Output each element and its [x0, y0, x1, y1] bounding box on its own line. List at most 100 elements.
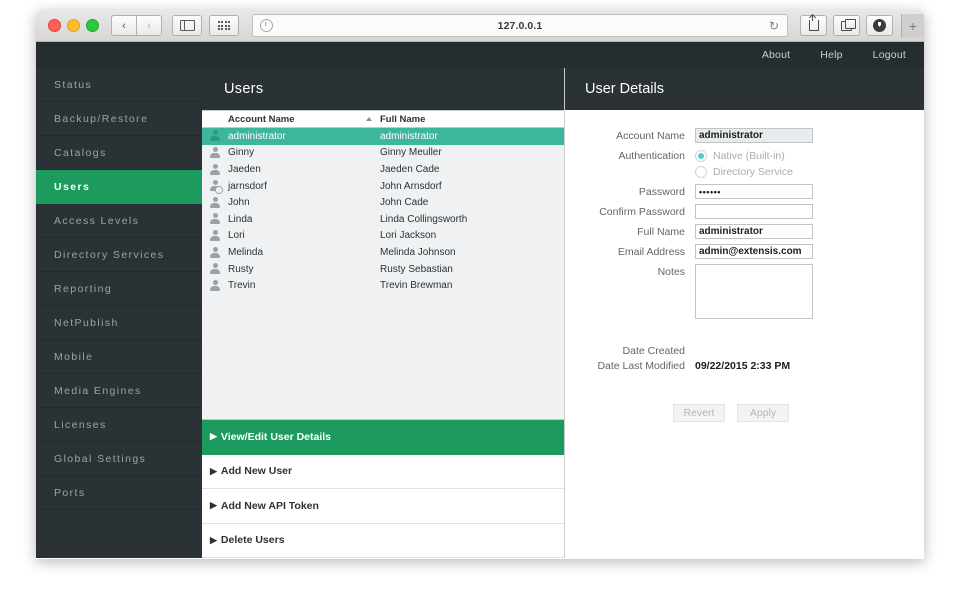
table-row[interactable]: Linda Linda Collingsworth — [202, 211, 564, 228]
topbar-link-logout[interactable]: Logout — [873, 49, 906, 61]
sidebar-item-access-levels[interactable]: Access Levels — [36, 204, 202, 238]
cell-account-name: Melinda — [228, 247, 380, 258]
revert-button[interactable]: Revert — [673, 404, 725, 422]
field-full-name: Full Name administrator — [565, 224, 924, 240]
downloads-button[interactable] — [866, 15, 893, 36]
sidebar-item-mobile[interactable]: Mobile — [36, 340, 202, 374]
notes-textarea[interactable] — [695, 264, 813, 319]
label-date-last-modified: Date Last Modified — [565, 360, 695, 372]
table-row[interactable]: Rusty Rusty Sebastian — [202, 261, 564, 278]
user-details-title: User Details — [565, 68, 924, 110]
new-tab-button[interactable]: + — [901, 14, 924, 38]
action-label: Add New API Token — [221, 500, 319, 512]
reload-icon[interactable]: ↻ — [769, 19, 779, 33]
cell-account-name: Ginny — [228, 147, 380, 158]
radio-directory-service[interactable]: Directory Service — [695, 164, 793, 180]
sidebar-item-users[interactable]: Users — [36, 170, 202, 204]
user-icon — [202, 261, 228, 278]
column-header-full-name[interactable]: Full Name — [380, 114, 564, 125]
users-list-header: Account Name Full Name — [202, 111, 564, 128]
form-buttons: Revert Apply — [565, 404, 924, 422]
radio-native-builtin[interactable]: Native (Built-in) — [695, 148, 793, 164]
directory-user-icon — [202, 178, 228, 195]
bullet-icon: ▶ — [210, 500, 217, 511]
minimize-window-button[interactable] — [67, 19, 80, 32]
maximize-window-button[interactable] — [86, 19, 99, 32]
share-button[interactable] — [800, 15, 827, 36]
label-notes: Notes — [565, 264, 695, 280]
sidebar-item-backup-restore[interactable]: Backup/Restore — [36, 102, 202, 136]
cell-account-name: Rusty — [228, 264, 380, 275]
table-row[interactable]: jarnsdorf John Arnsdorf — [202, 178, 564, 195]
action-add-new-user[interactable]: ▶ Add New User — [202, 455, 564, 490]
table-row[interactable]: administrator administrator — [202, 128, 564, 145]
cell-full-name: Melinda Johnson — [380, 247, 564, 258]
share-icon — [809, 20, 819, 31]
address-bar-url: 127.0.0.1 — [253, 20, 787, 32]
sidebar-item-status[interactable]: Status — [36, 68, 202, 102]
action-delete-users[interactable]: ▶ Delete Users — [202, 524, 564, 559]
sidebar-item-global-settings[interactable]: Global Settings — [36, 442, 202, 476]
sidebar-item-ports[interactable]: Ports — [36, 476, 202, 510]
radio-directory-label: Directory Service — [713, 166, 793, 178]
back-button[interactable]: ‹ — [111, 15, 136, 36]
table-row[interactable]: John John Cade — [202, 194, 564, 211]
topbar-link-about[interactable]: About — [762, 49, 790, 61]
sidebar-item-reporting[interactable]: Reporting — [36, 272, 202, 306]
full-name-input[interactable]: administrator — [695, 224, 813, 239]
table-row[interactable]: Jaeden Jaeden Cade — [202, 161, 564, 178]
confirm-password-input[interactable] — [695, 204, 813, 219]
users-panel: Users Account Name Full Name — [202, 68, 565, 558]
account-name-input[interactable]: administrator — [695, 128, 813, 143]
field-password: Password •••••• — [565, 184, 924, 200]
sidebar-item-directory-services[interactable]: Directory Services — [36, 238, 202, 272]
password-input[interactable]: •••••• — [695, 184, 813, 199]
email-address-input[interactable]: admin@extensis.com — [695, 244, 813, 259]
cell-full-name: administrator — [380, 131, 564, 142]
apply-button[interactable]: Apply — [737, 404, 789, 422]
sidebar-toggle-icon — [180, 20, 195, 31]
action-add-new-api-token[interactable]: ▶ Add New API Token — [202, 489, 564, 524]
user-icon — [202, 228, 228, 245]
action-label: Add New User — [221, 465, 292, 477]
sidebar-toggle-button[interactable] — [172, 15, 202, 36]
column-header-account-name-label: Account Name — [228, 114, 295, 125]
users-list[interactable]: Account Name Full Name administrator adm… — [202, 110, 564, 420]
label-date-created: Date Created — [565, 345, 695, 357]
field-authentication: Authentication Native (Built-in) Directo… — [565, 148, 924, 180]
action-label: View/Edit User Details — [221, 431, 331, 443]
users-panel-title: Users — [202, 68, 564, 110]
column-header-full-name-label: Full Name — [380, 114, 425, 125]
browser-toolbar: ‹ › 127.0.0.1 ↻ — [36, 10, 924, 42]
grid-view-button[interactable] — [209, 15, 239, 36]
cell-full-name: Ginny Meuller — [380, 147, 564, 158]
table-row[interactable]: Trevin Trevin Brewman — [202, 277, 564, 294]
cell-account-name: jarnsdorf — [228, 181, 380, 192]
address-bar[interactable]: 127.0.0.1 ↻ — [252, 14, 788, 37]
user-icon — [202, 145, 228, 162]
cell-full-name: John Cade — [380, 197, 564, 208]
sidebar-item-media-engines[interactable]: Media Engines — [36, 374, 202, 408]
table-row[interactable]: Ginny Ginny Meuller — [202, 145, 564, 162]
bullet-icon: ▶ — [210, 431, 217, 442]
table-row[interactable]: Melinda Melinda Johnson — [202, 244, 564, 261]
column-header-account-name[interactable]: Account Name — [228, 114, 380, 125]
user-icon — [202, 128, 228, 145]
bullet-icon: ▶ — [210, 535, 217, 546]
sidebar-item-catalogs[interactable]: Catalogs — [36, 136, 202, 170]
forward-button[interactable]: › — [136, 15, 162, 36]
sidebar-nav: Status Backup/Restore Catalogs Users Acc… — [36, 68, 202, 558]
close-window-button[interactable] — [48, 19, 61, 32]
tab-overview-button[interactable] — [833, 15, 860, 36]
sidebar-item-netpublish[interactable]: NetPublish — [36, 306, 202, 340]
sidebar-item-licenses[interactable]: Licenses — [36, 408, 202, 442]
page-content: About Help Logout Status Backup/Restore … — [36, 42, 924, 558]
label-email-address: Email Address — [565, 244, 695, 260]
action-label: Delete Users — [221, 534, 285, 546]
cell-full-name: Linda Collingsworth — [380, 214, 564, 225]
app-topbar: About Help Logout — [36, 42, 924, 68]
topbar-link-help[interactable]: Help — [820, 49, 842, 61]
table-row[interactable]: Lori Lori Jackson — [202, 228, 564, 245]
meta-date-last-modified: Date Last Modified 09/22/2015 2:33 PM — [565, 360, 924, 372]
action-view-edit-user-details[interactable]: ▶ View/Edit User Details — [202, 420, 564, 455]
